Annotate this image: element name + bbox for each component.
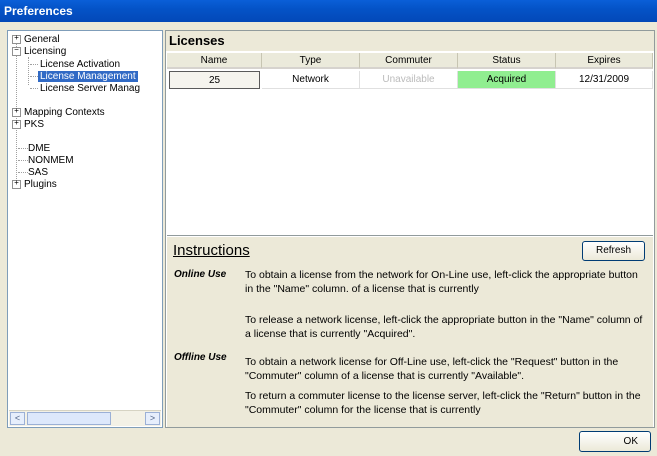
panel-title: Licenses	[166, 31, 654, 51]
refresh-button[interactable]: Refresh	[582, 241, 645, 261]
scroll-left-icon[interactable]: <	[10, 412, 25, 425]
scroll-right-icon[interactable]: >	[145, 412, 160, 425]
scrollbar-thumb[interactable]	[27, 412, 111, 425]
window-title-bar[interactable]: Preferences	[0, 0, 657, 22]
licenses-panel: Licenses Name Type Commuter Status Expir…	[165, 30, 655, 428]
expand-icon[interactable]: +	[12, 120, 21, 129]
expand-icon[interactable]: +	[12, 108, 21, 117]
tree-guide-line	[28, 57, 29, 85]
tree-item-label: PKS	[24, 119, 45, 130]
tree-horizontal-scrollbar[interactable]: < >	[9, 410, 161, 426]
column-header-expires[interactable]: Expires	[556, 53, 653, 69]
tree-item-label: License Management	[38, 71, 138, 82]
licenses-table: Name Type Commuter Status Expires 25 Net…	[167, 53, 653, 236]
online-use-text-2: To release a network license, left-click…	[245, 314, 643, 340]
column-header-status[interactable]: Status	[458, 53, 556, 69]
instructions-section: Instructions Refresh Online Use To obtai…	[167, 237, 653, 427]
offline-use-text-1: To obtain a network license for Off-Line…	[245, 356, 619, 382]
tree-item-label: Plugins	[24, 179, 57, 190]
license-name-button[interactable]: 25	[169, 71, 260, 89]
collapse-icon[interactable]: −	[12, 47, 21, 56]
license-expires: 12/31/2009	[556, 71, 653, 89]
license-type: Network	[262, 71, 360, 89]
tree-guide-line	[30, 76, 38, 77]
tree-guide-line	[30, 88, 38, 89]
instructions-title: Instructions	[173, 242, 250, 259]
tree-item-license-server-manager[interactable]: License Server Manag	[40, 82, 140, 95]
tree-guide-line	[18, 148, 28, 149]
expand-icon[interactable]: +	[12, 35, 21, 44]
tree-guide-line	[18, 172, 28, 173]
tree-item-label: License Activation	[40, 59, 121, 70]
tree-item-label: Licensing	[24, 46, 67, 57]
offline-use-text-2: To return a commuter license to the lice…	[245, 390, 641, 416]
tree-item-label: License Server Manag	[40, 83, 141, 94]
preferences-tree[interactable]: + General − Licensing License Activation…	[7, 30, 163, 428]
column-header-name[interactable]: Name	[167, 53, 262, 69]
tree-item-label: SAS	[28, 167, 49, 178]
column-header-commuter[interactable]: Commuter	[360, 53, 458, 69]
online-use-label: Online Use	[174, 269, 227, 280]
column-header-type[interactable]: Type	[262, 53, 360, 69]
ok-button[interactable]: OK	[579, 431, 651, 452]
expand-icon[interactable]: +	[12, 180, 21, 189]
window-title: Preferences	[4, 4, 73, 18]
license-status: Acquired	[458, 71, 556, 89]
license-commuter-button[interactable]: Unavailable	[360, 71, 458, 89]
tree-item-label: DME	[28, 143, 51, 154]
tree-guide-line	[30, 64, 38, 65]
offline-use-label: Offline Use	[174, 352, 227, 363]
tree-item-label: NONMEM	[28, 155, 74, 166]
tree-guide-line	[18, 160, 28, 161]
online-use-text-1: To obtain a license from the network for…	[245, 269, 638, 295]
